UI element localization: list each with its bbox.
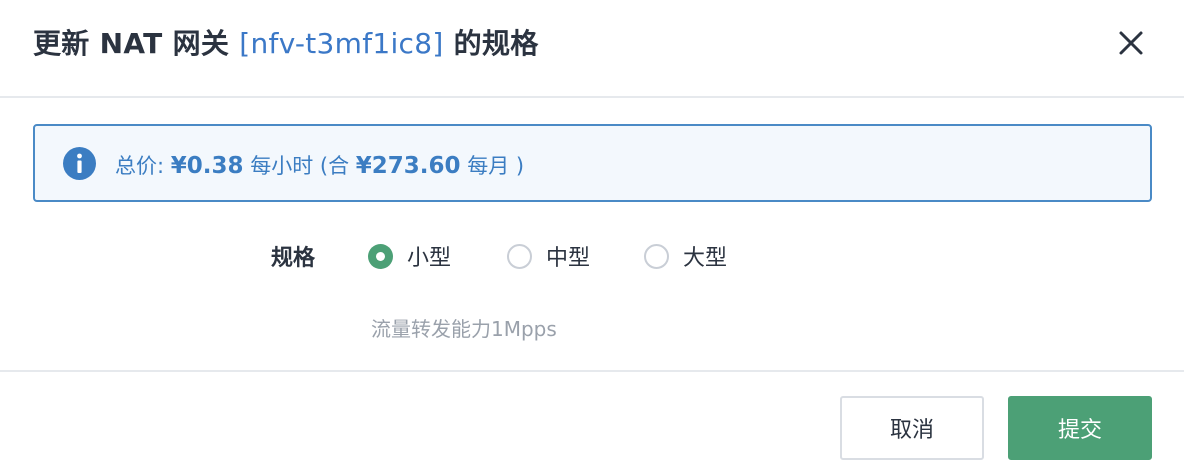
spec-option-label: 小型 <box>407 246 452 271</box>
radio-unchecked-icon[interactable] <box>507 243 532 269</box>
spec-label: 规格 <box>271 246 316 271</box>
hourly-unit: 每小时 (合 <box>243 154 356 178</box>
spec-option-small[interactable]: 小型 <box>368 240 451 272</box>
price-info-banner: 总价: ¥0.38 每小时 (合 ¥273.60 每月 ) <box>33 124 1152 202</box>
close-button[interactable] <box>1114 26 1148 60</box>
spec-option-label: 中型 <box>546 246 591 271</box>
footer-divider <box>0 370 1184 372</box>
monthly-unit: 每月 ) <box>460 154 525 178</box>
update-nat-gateway-dialog: 更新 NAT 网关 [nfv-t3mf1ic8] 的规格 总价: ¥0.38 每… <box>0 0 1184 476</box>
gateway-id: [nfv-t3mf1ic8] <box>239 27 444 60</box>
spec-description: 流量转发能力1Mpps <box>371 317 557 341</box>
dialog-title: 更新 NAT 网关 [nfv-t3mf1ic8] 的规格 <box>33 22 539 62</box>
spec-option-medium[interactable]: 中型 <box>507 240 590 272</box>
spec-option-label: 大型 <box>683 246 728 271</box>
info-icon <box>63 147 96 180</box>
title-prefix: 更新 NAT 网关 <box>33 27 240 60</box>
monthly-price: ¥273.60 <box>355 153 461 179</box>
radio-checked-icon[interactable] <box>368 243 393 269</box>
spec-option-large[interactable]: 大型 <box>644 240 727 272</box>
radio-unchecked-icon[interactable] <box>644 243 669 269</box>
close-icon <box>1119 31 1143 55</box>
hourly-price: ¥0.38 <box>170 153 244 179</box>
price-text: 总价: ¥0.38 每小时 (合 ¥273.60 每月 ) <box>115 150 524 180</box>
title-suffix: 的规格 <box>443 27 539 60</box>
price-label: 总价: <box>115 154 171 178</box>
submit-button[interactable]: 提交 <box>1008 396 1152 460</box>
dialog-header: 更新 NAT 网关 [nfv-t3mf1ic8] 的规格 <box>0 0 1184 98</box>
cancel-button[interactable]: 取消 <box>840 396 984 460</box>
